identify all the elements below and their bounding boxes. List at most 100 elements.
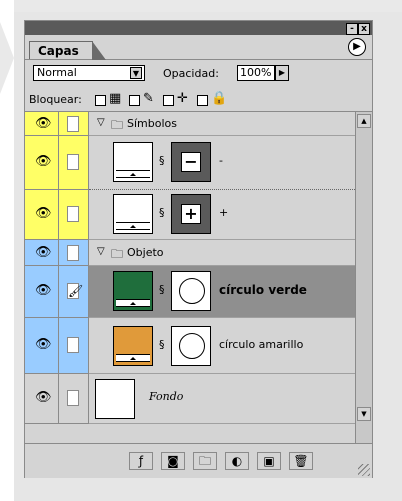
move-icon: ✛	[177, 91, 188, 106]
close-button[interactable]: x	[358, 23, 370, 35]
opacity-arrow-icon[interactable]: ▶	[275, 65, 289, 81]
layer-row-minus[interactable]: § − -	[89, 136, 355, 190]
layer-eye-cell[interactable]: 👁	[25, 190, 59, 240]
layer-name: -	[219, 154, 223, 167]
link-checkbox[interactable]	[67, 154, 79, 170]
chain-icon[interactable]: §	[159, 283, 165, 296]
eye-icon: 👁	[35, 283, 52, 298]
trash-icon[interactable]: 🗑	[289, 452, 313, 470]
eye-icon: 👁	[35, 390, 52, 405]
opacity-input[interactable]: 100%	[237, 65, 275, 81]
lock-position-checkbox[interactable]	[163, 95, 174, 106]
lock-icon: 🔒	[211, 91, 228, 106]
layers-scrollbar[interactable]: ▲ ▼	[355, 112, 372, 443]
layer-name: Fondo	[149, 390, 184, 403]
layer-thumbnail	[113, 194, 153, 234]
add-mask-icon[interactable]: ◙	[161, 452, 185, 470]
layer-eye-cell[interactable]: 👁	[25, 266, 59, 318]
plus-icon: +	[181, 204, 201, 224]
panel-footer: ƒ ◙ 🗀 ◐ ▣ 🗑	[25, 443, 372, 478]
layer-brush-cell[interactable]	[59, 136, 89, 190]
layer-row-plus[interactable]: § + +	[89, 190, 355, 240]
layer-row-fondo[interactable]: Fondo	[89, 374, 355, 424]
group-eye-cell[interactable]: 👁	[25, 112, 59, 136]
layer-name: +	[219, 206, 229, 219]
layer-mask: +	[171, 194, 211, 234]
eye-icon: 👁	[35, 154, 52, 169]
tab-capas[interactable]: Capas	[29, 41, 106, 60]
group-eye-cell[interactable]: 👁	[25, 240, 59, 266]
transparency-icon: ▦	[109, 91, 122, 106]
eye-icon: 👁	[35, 245, 52, 260]
group-name: Símbolos	[127, 117, 177, 130]
layer-brush-cell[interactable]	[59, 190, 89, 240]
circle-icon	[179, 333, 205, 359]
layer-thumbnail	[113, 271, 153, 311]
layer-mask	[171, 271, 211, 311]
lock-row: Bloquear: ▦ ✎ ✛ 🔒	[25, 87, 372, 112]
link-checkbox[interactable]	[67, 245, 79, 261]
circle-icon	[179, 278, 205, 304]
layer-brush-cell[interactable]	[59, 374, 89, 424]
layers-panel: - x Capas ▶ Normal ▼ Opacidad: 100% ▶ Bl…	[24, 20, 373, 478]
panel-titlebar: - x	[25, 21, 372, 35]
chevron-down-icon: ▼	[130, 67, 142, 79]
layer-mask: −	[171, 142, 211, 182]
link-checkbox[interactable]	[67, 206, 79, 222]
link-checkbox[interactable]	[67, 337, 79, 353]
resize-grip-icon[interactable]	[358, 464, 370, 476]
layer-brush-cell[interactable]: 🖌	[59, 266, 89, 318]
chain-icon[interactable]: §	[159, 154, 165, 167]
layer-thumbnail	[95, 379, 135, 419]
layer-row-circulo-amarillo[interactable]: § círculo amarillo	[89, 318, 355, 374]
layer-thumbnail	[113, 326, 153, 366]
layer-style-icon[interactable]: ƒ	[129, 452, 153, 470]
layer-mask	[171, 326, 211, 366]
brush-icon[interactable]: 🖌	[67, 283, 83, 299]
brush-icon: ✎	[143, 91, 154, 106]
layer-thumbnail	[113, 142, 153, 182]
group-brush-cell[interactable]	[59, 240, 89, 266]
group-row-simbolos[interactable]: ▽ 🗀 Símbolos	[89, 112, 355, 136]
chain-icon[interactable]: §	[159, 206, 165, 219]
folder-icon: 🗀	[111, 118, 124, 132]
minus-icon: −	[181, 152, 201, 172]
new-layer-icon[interactable]: ▣	[257, 452, 281, 470]
layer-brush-cell[interactable]	[59, 318, 89, 374]
link-checkbox[interactable]	[67, 390, 79, 406]
lock-image-checkbox[interactable]	[129, 95, 140, 106]
lock-transparency-checkbox[interactable]	[95, 95, 106, 106]
panel-menu-icon[interactable]: ▶	[348, 38, 366, 56]
blend-mode-value: Normal	[37, 66, 77, 79]
layer-eye-cell[interactable]: 👁	[25, 374, 59, 424]
eye-icon: 👁	[35, 116, 52, 131]
triangle-down-icon[interactable]: ▽	[97, 246, 105, 257]
group-name: Objeto	[127, 246, 164, 259]
layers-list: 👁 ▽ 🗀 Símbolos 👁 § − - 👁 § + + 👁 ▽ 🗀 Obj…	[25, 112, 372, 443]
opacity-label: Opacidad:	[163, 67, 219, 80]
blend-row: Normal ▼ Opacidad: 100% ▶	[25, 61, 372, 87]
link-checkbox[interactable]	[67, 116, 79, 132]
layer-row-circulo-verde[interactable]: § círculo verde	[89, 266, 355, 318]
new-group-icon[interactable]: 🗀	[193, 452, 217, 470]
scroll-up-icon[interactable]: ▲	[357, 114, 371, 128]
group-brush-cell[interactable]	[59, 112, 89, 136]
layer-name: círculo verde	[219, 283, 307, 297]
eye-icon: 👁	[35, 206, 52, 221]
adjustment-layer-icon[interactable]: ◐	[225, 452, 249, 470]
layer-name: círculo amarillo	[219, 338, 304, 351]
blend-mode-select[interactable]: Normal ▼	[33, 65, 145, 81]
layer-eye-cell[interactable]: 👁	[25, 318, 59, 374]
triangle-down-icon[interactable]: ▽	[97, 117, 105, 128]
group-row-objeto[interactable]: ▽ 🗀 Objeto	[89, 240, 355, 266]
chain-icon[interactable]: §	[159, 338, 165, 351]
lock-all-checkbox[interactable]	[197, 95, 208, 106]
background-decoration	[0, 0, 14, 501]
layer-eye-cell[interactable]: 👁	[25, 136, 59, 190]
tab-row: Capas ▶	[25, 35, 372, 60]
scroll-down-icon[interactable]: ▼	[357, 407, 371, 421]
lock-label: Bloquear:	[29, 93, 82, 106]
minimize-button[interactable]: -	[346, 23, 358, 35]
folder-icon: 🗀	[111, 247, 124, 261]
eye-icon: 👁	[35, 337, 52, 352]
